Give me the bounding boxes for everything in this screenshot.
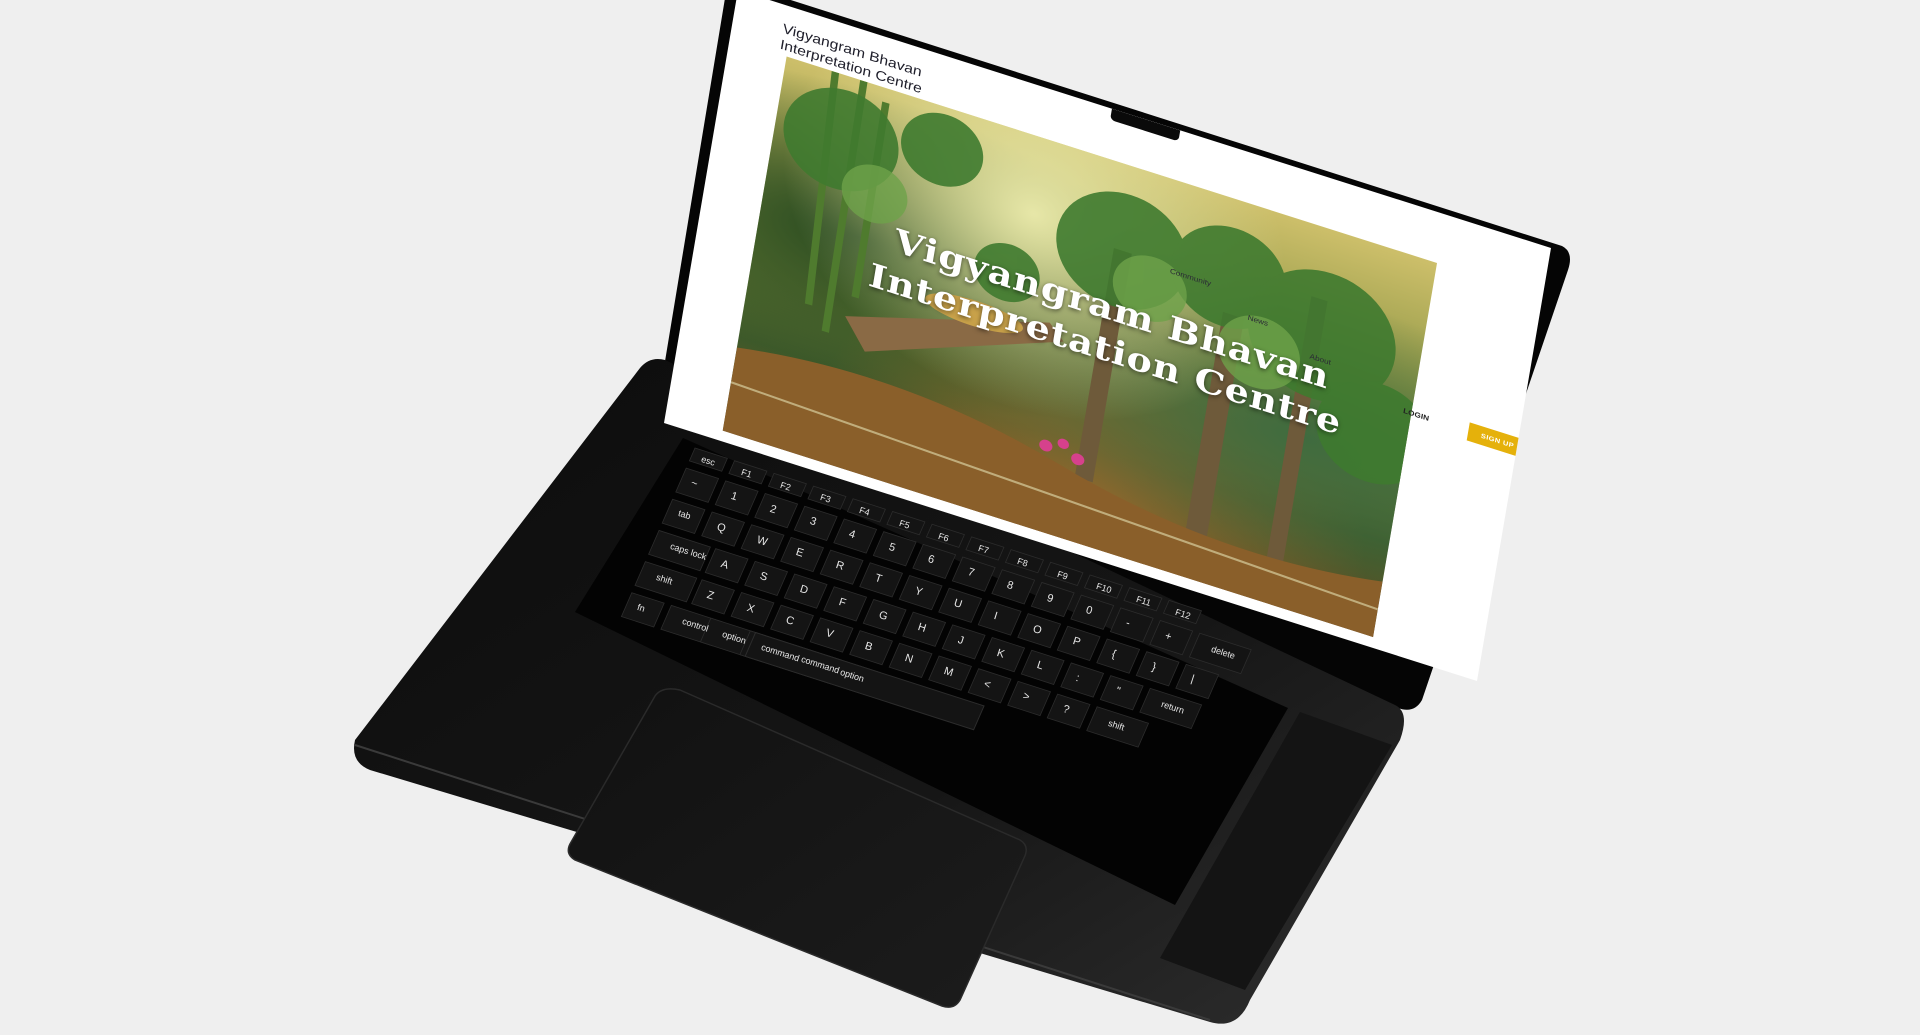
key-top-row-12[interactable] bbox=[1135, 651, 1180, 687]
key-number-row-4[interactable] bbox=[833, 518, 878, 554]
key-number-row-8[interactable] bbox=[991, 569, 1036, 605]
key-top-row-11[interactable] bbox=[1096, 638, 1141, 674]
key-home-row-10[interactable] bbox=[1060, 662, 1105, 698]
key-top-row-13[interactable] bbox=[1175, 663, 1220, 700]
key-number-row-10[interactable] bbox=[1070, 594, 1115, 630]
keyboard-keys bbox=[620, 447, 1252, 748]
key-top-row-8[interactable] bbox=[977, 600, 1022, 636]
key-home-row-11[interactable] bbox=[1099, 675, 1144, 711]
key-number-row-11[interactable] bbox=[1109, 607, 1154, 643]
key-number-row-0[interactable] bbox=[675, 467, 720, 503]
key-bottom-row-9[interactable] bbox=[1007, 680, 1052, 717]
key-number-row-6[interactable] bbox=[912, 543, 957, 580]
key-home-row-7[interactable] bbox=[941, 624, 986, 660]
key-number-row-2[interactable] bbox=[754, 493, 799, 529]
laptop-mockup-scene: Vigyangram Bhavan Interpretation Centre bbox=[0, 0, 1920, 1035]
